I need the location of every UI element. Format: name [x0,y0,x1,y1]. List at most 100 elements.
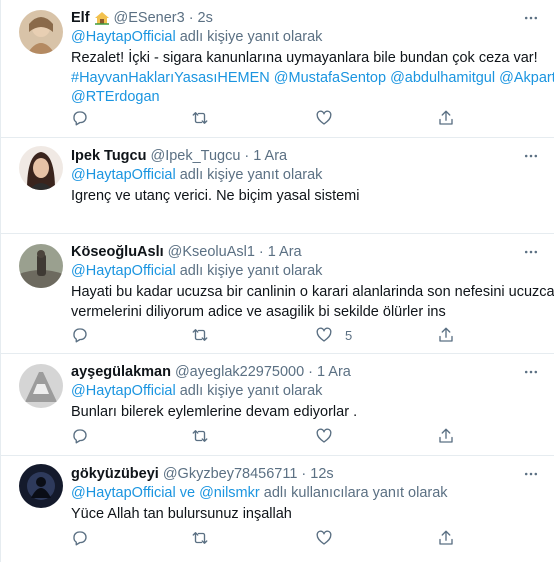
tweet-header: Elf @ESener3 · 2s [71,8,543,28]
retweet-icon [192,112,208,124]
replying-to-label: adlı kişiye yanıt olarak [175,383,323,399]
separator: · [308,364,314,380]
replying-to-label: adlı kişiye yanıt olarak [175,263,323,279]
tweet-header: gökyüzübeyi @Gkyzbey78456711 · 12s [71,464,543,484]
display-name[interactable]: ayşegülakman [71,364,171,380]
tweet-header: Ipek Tugcu @Ipek_Tugcu · 1 Ara [71,146,543,166]
share-button[interactable] [437,107,455,129]
tweet-actions [71,527,491,549]
tweet-header: ayşegülakman @ayeglak22975000 · 1 Ara [71,362,543,382]
separator: · [244,148,250,164]
tweet-actions: 5 [71,324,491,346]
heart-icon [316,327,332,342]
like-button[interactable] [315,527,345,549]
tweet-text-line: Bunları bilerek eylemlerine devam ediyor… [71,404,358,420]
replying-to-link[interactable]: @HaytapOfficial [71,167,176,183]
retweet-button[interactable] [191,107,209,129]
tweet-text: Igrenç ve utanç verici. Ne biçim yasal s… [71,187,543,207]
reply-button[interactable] [71,527,89,549]
tweet-text: Hayati bu kadar ucuzsa bir canlinin o ka… [71,283,554,322]
display-name[interactable]: gökyüzübeyi [71,466,159,482]
timestamp[interactable]: 1 Ara [317,364,351,380]
tweet-text-line-links[interactable]: #HayvanHaklarıYasasıHEMEN @MustafaSentop… [71,69,554,89]
user-handle[interactable]: @ESener3 [114,10,185,26]
replying-to-link[interactable]: @HaytapOfficial [71,29,176,45]
more-icon[interactable] [521,8,541,28]
retweet-button[interactable] [191,324,209,346]
user-handle[interactable]: @ayeglak22975000 [175,364,304,380]
house-emoji-icon [94,11,110,25]
tweet-text-line: Yüce Allah tan bulursunuz inşallah [71,506,292,522]
retweet-icon [192,532,208,544]
user-handle[interactable]: @KseoluAsl1 [168,244,255,260]
timestamp[interactable]: 2s [198,10,213,26]
avatar[interactable] [19,10,63,54]
replying-to: @HaytapOfficial adlı kişiye yanıt olarak [71,262,543,281]
tweet-content: Ipek Tugcu @Ipek_Tugcu · 1 Ara @HaytapOf… [71,146,543,207]
display-name[interactable]: Ipek Tugcu [71,148,146,164]
like-button[interactable]: 5 [315,324,352,346]
more-icon[interactable] [521,146,541,166]
timestamp[interactable]: 1 Ara [253,148,287,164]
tweet-header: KöseoğluAslı @KseoluAsl1 · 1 Ara [71,242,543,262]
retweet-icon [192,329,208,341]
tweet-content: gökyüzübeyi @Gkyzbey78456711 · 12s @Hayt… [71,464,543,525]
avatar[interactable] [19,244,63,288]
tweet[interactable]: Ipek Tugcu @Ipek_Tugcu · 1 Ara @HaytapOf… [1,138,554,234]
share-icon [439,428,453,443]
display-name[interactable]: KöseoğluAslı [71,244,164,260]
reply-button[interactable] [71,324,89,346]
tweet-text-line: Hayati bu kadar ucuzsa bir canlinin o ka… [71,284,554,300]
user-handle[interactable]: @Gkyzbey78456711 [163,466,298,482]
retweet-button[interactable] [191,527,209,549]
reply-button[interactable] [71,425,89,447]
timestamp[interactable]: 12s [310,466,333,482]
heart-icon [316,530,332,545]
avatar[interactable] [19,146,63,190]
reply-button[interactable] [71,107,89,129]
heart-icon [316,428,332,443]
tweet-content: Elf @ESener3 · 2s @HaytapOfficial adlı k… [71,8,554,108]
tweet-text: Yüce Allah tan bulursunuz inşallah [71,505,543,525]
replying-to-link[interactable]: @HaytapOfficial ve @nilsmkr [71,485,260,501]
replying-to-link[interactable]: @HaytapOfficial [71,263,176,279]
tweet-text: Bunları bilerek eylemlerine devam ediyor… [71,403,543,423]
display-name[interactable]: Elf [71,10,90,26]
user-handle[interactable]: @Ipek_Tugcu [150,148,240,164]
tweet[interactable]: Elf @ESener3 · 2s @HaytapOfficial adlı k… [1,0,554,138]
like-button[interactable] [315,107,345,129]
reply-icon [73,429,87,444]
separator: · [301,466,307,482]
share-button[interactable] [437,324,455,346]
avatar[interactable] [19,464,63,508]
tweet-text-line-links[interactable]: @RTErdogan [71,88,543,108]
share-button[interactable] [437,425,455,447]
heart-icon [316,110,332,125]
share-icon [439,327,453,342]
replying-to-label: adlı kişiye yanıt olarak [175,167,323,183]
tweet[interactable]: gökyüzübeyi @Gkyzbey78456711 · 12s @Hayt… [1,456,554,562]
tweet[interactable]: KöseoğluAslı @KseoluAsl1 · 1 Ara @Haytap… [1,234,554,354]
retweet-button[interactable] [191,425,209,447]
replying-to: @HaytapOfficial adlı kişiye yanıt olarak [71,382,543,401]
tweet-text-line: Rezalet! İçki - sigara kanunlarına uymay… [71,50,538,66]
more-icon[interactable] [521,362,541,382]
timestamp[interactable]: 1 Ara [268,244,302,260]
like-button[interactable] [315,425,345,447]
tweet-text: Rezalet! İçki - sigara kanunlarına uymay… [71,49,554,108]
share-button[interactable] [437,527,455,549]
tweet[interactable]: ayşegülakman @ayeglak22975000 · 1 Ara @H… [1,354,554,456]
replying-to-link[interactable]: @HaytapOfficial [71,383,176,399]
replying-to-label: adlı kişiye yanıt olarak [175,29,323,45]
replying-to: @HaytapOfficial adlı kişiye yanıt olarak [71,28,543,47]
tweet-content: KöseoğluAslı @KseoluAsl1 · 1 Ara @Haytap… [71,242,554,322]
more-icon[interactable] [521,464,541,484]
share-icon [439,110,453,125]
tweet-content: ayşegülakman @ayeglak22975000 · 1 Ara @H… [71,362,543,423]
retweet-icon [192,430,208,442]
tweet-actions [71,425,491,447]
more-icon[interactable] [521,242,541,262]
avatar[interactable] [19,364,63,408]
reply-icon [73,328,87,343]
replying-to: @HaytapOfficial adlı kişiye yanıt olarak [71,166,543,185]
